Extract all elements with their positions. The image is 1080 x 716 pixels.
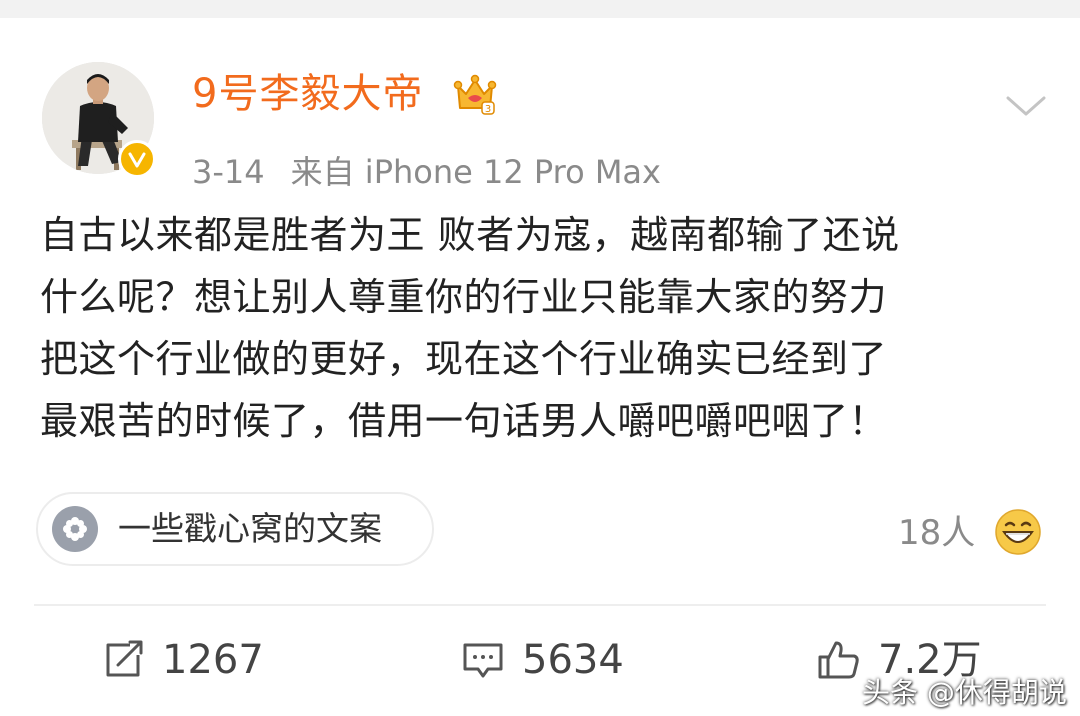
- comment-icon: [463, 643, 503, 678]
- post-body: 自古以来都是胜者为王 败者为寇，越南都输了还说 什么呢？想让别人尊重你的行业只能…: [40, 204, 1050, 452]
- topic-pill[interactable]: 一些戳心窝的文案: [36, 492, 434, 566]
- weibo-post-card: 9号李毅大帝 3 3-14 来自 iPhone 12 Pro Max 自古以来都是…: [0, 18, 1080, 710]
- topic-flower-icon: [52, 506, 98, 552]
- post-text-line: 什么呢？想让别人尊重你的行业只能靠大家的努力: [40, 275, 888, 319]
- post-source: 来自 iPhone 12 Pro Max: [290, 153, 661, 191]
- divider: [34, 604, 1046, 606]
- grin-emoji-icon[interactable]: [994, 508, 1042, 556]
- crown-level-icon: 3: [452, 72, 498, 118]
- repost-count: 1267: [162, 637, 264, 683]
- top-band: [0, 0, 1080, 18]
- watermark: 头条 @休得胡说: [862, 676, 1067, 709]
- verified-badge-icon: [118, 140, 156, 178]
- post-date: 3-14: [192, 153, 265, 191]
- repost-icon: [106, 640, 143, 677]
- post-text-line: 自古以来都是胜者为王 败者为寇，越南都输了还说: [40, 213, 900, 257]
- post-text-line: 把这个行业做的更好，现在这个行业确实已经到了: [40, 337, 888, 381]
- topic-label: 一些戳心窝的文案: [118, 509, 382, 548]
- post-meta: 3-14 来自 iPhone 12 Pro Max: [192, 144, 661, 200]
- like-icon: [818, 641, 859, 679]
- post-text-line: 最艰苦的时候了，借用一句话男人嚼吧嚼吧咽了！: [40, 399, 888, 443]
- repost-button[interactable]: 1267: [100, 628, 264, 692]
- reaction-count[interactable]: 18人: [898, 508, 975, 558]
- comment-count: 5634: [522, 637, 624, 683]
- comment-button[interactable]: 5634: [460, 628, 624, 692]
- svg-text:3: 3: [485, 104, 491, 115]
- username[interactable]: 9号李毅大帝: [192, 64, 423, 124]
- chevron-down-icon[interactable]: [1002, 90, 1050, 124]
